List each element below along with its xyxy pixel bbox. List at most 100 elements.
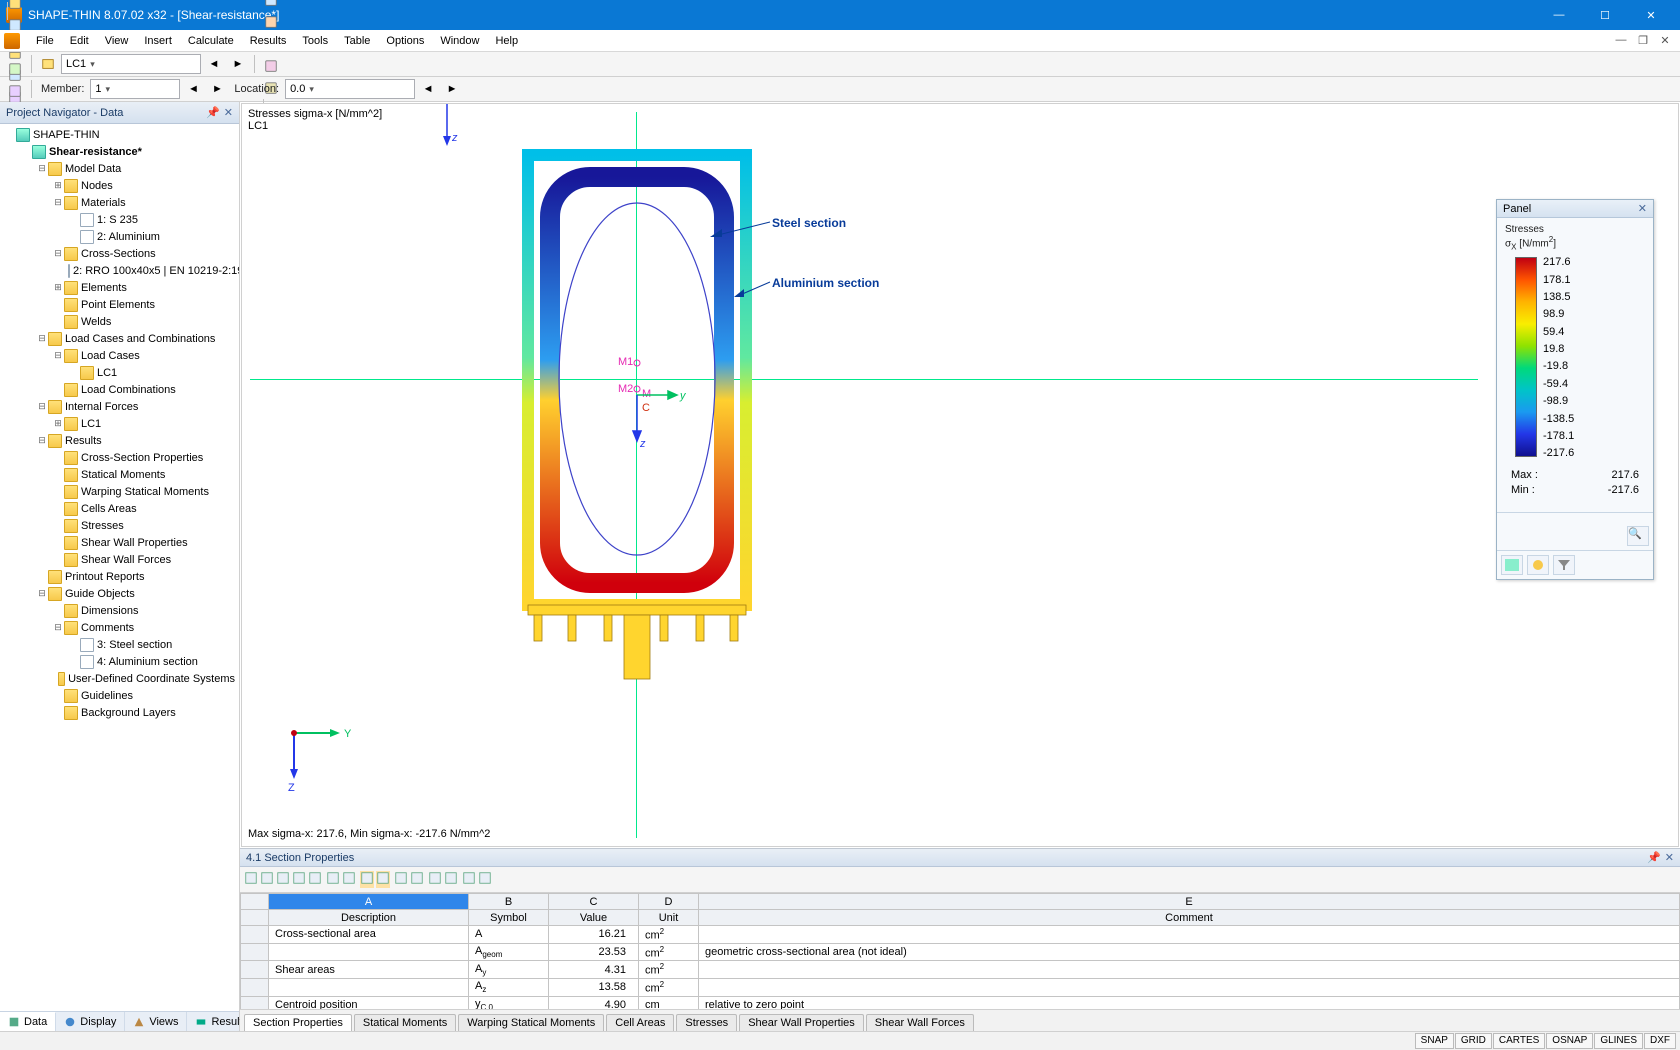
mdi-minimize-icon[interactable]: ― <box>1610 34 1632 47</box>
tree-node[interactable]: 4: Aluminium section <box>0 653 239 670</box>
status-cartes[interactable]: CARTES <box>1493 1033 1545 1049</box>
bp-tb-btn-5[interactable] <box>326 871 340 888</box>
tree-node[interactable]: ⊟Comments <box>0 619 239 636</box>
tree-node[interactable]: User-Defined Coordinate Systems <box>0 670 239 687</box>
menu-options[interactable]: Options <box>378 33 432 49</box>
tree-node[interactable]: Background Layers <box>0 704 239 721</box>
tree-node[interactable]: Shear Wall Properties <box>0 534 239 551</box>
legend-close-icon[interactable]: ✕ <box>1638 202 1647 215</box>
tree-node[interactable]: ⊟Results <box>0 432 239 449</box>
table-row[interactable]: Ageom23.53cm2geometric cross-sectional a… <box>241 943 1680 961</box>
menu-tools[interactable]: Tools <box>294 33 336 49</box>
col-letter[interactable]: B <box>469 894 549 910</box>
col-header[interactable]: Description <box>269 910 469 926</box>
status-osnap[interactable]: OSNAP <box>1546 1033 1593 1049</box>
tree-node[interactable]: ⊟Guide Objects <box>0 585 239 602</box>
status-dxf[interactable]: DXF <box>1644 1033 1676 1049</box>
bp-close-icon[interactable]: ✕ <box>1665 851 1674 864</box>
tree-node[interactable]: 3: Steel section <box>0 636 239 653</box>
nav-tab-display[interactable]: Display <box>56 1012 125 1031</box>
tree-node[interactable]: ⊟Model Data <box>0 160 239 177</box>
tree-node[interactable]: Welds <box>0 313 239 330</box>
status-snap[interactable]: SNAP <box>1415 1033 1454 1049</box>
minimize-button[interactable]: ― <box>1536 0 1582 30</box>
col-letter[interactable]: E <box>699 894 1680 910</box>
menu-results[interactable]: Results <box>242 33 295 49</box>
tree-node[interactable]: Shear Wall Forces <box>0 551 239 568</box>
model-viewport[interactable]: Stresses sigma-x [N/mm^2] LC1 z <box>241 103 1679 847</box>
tree-node[interactable]: Statical Moments <box>0 466 239 483</box>
tb1r-btn-10[interactable] <box>260 55 282 77</box>
navigator-pin-icon[interactable]: 📌 <box>206 106 220 119</box>
bp-tb-btn-9[interactable] <box>394 871 408 888</box>
bp-tb-btn-1[interactable] <box>260 871 274 888</box>
status-glines[interactable]: GLINES <box>1594 1033 1643 1049</box>
nav-tab-views[interactable]: Views <box>125 1012 187 1031</box>
tb2-btn-16[interactable] <box>4 58 26 80</box>
tree-node[interactable]: 2: RRO 100x40x5 | EN 10219-2:1997 <box>0 262 239 279</box>
tree-node[interactable]: ⊟Cross-Sections <box>0 245 239 262</box>
col-letter[interactable]: C <box>549 894 639 910</box>
result-tab[interactable]: Shear Wall Properties <box>739 1014 864 1031</box>
close-button[interactable]: ✕ <box>1628 0 1674 30</box>
table-row[interactable]: Az13.58cm2 <box>241 978 1680 996</box>
bp-tb-btn-10[interactable] <box>410 871 424 888</box>
tree-node[interactable]: SHAPE-THIN <box>0 126 239 143</box>
navigator-close-icon[interactable]: ✕ <box>224 106 233 119</box>
result-tab[interactable]: Warping Statical Moments <box>458 1014 604 1031</box>
tree-node[interactable]: ⊟Load Cases and Combinations <box>0 330 239 347</box>
prev-location-button[interactable]: ◄ <box>417 78 439 100</box>
mdi-restore-icon[interactable]: ❐ <box>1632 34 1654 47</box>
bp-tb-btn-14[interactable] <box>478 871 492 888</box>
next-location-button[interactable]: ► <box>441 78 463 100</box>
tb2-btn-13[interactable] <box>4 0 26 14</box>
navigator-tree[interactable]: SHAPE-THINShear-resistance*⊟Model Data⊞N… <box>0 124 239 1011</box>
tb2-btn-17[interactable] <box>4 80 26 102</box>
nav-tab-data[interactable]: Data <box>0 1012 56 1031</box>
menu-insert[interactable]: Insert <box>136 33 180 49</box>
maximize-button[interactable]: ☐ <box>1582 0 1628 30</box>
result-tab[interactable]: Statical Moments <box>354 1014 456 1031</box>
col-header[interactable]: Value <box>549 910 639 926</box>
result-tab[interactable]: Section Properties <box>244 1014 352 1031</box>
location-combo[interactable]: 0.0▾ <box>285 79 415 99</box>
loadcase-combo[interactable]: LC1 ▾ <box>61 54 201 74</box>
legend-zoom-button[interactable]: 🔍 <box>1627 526 1649 546</box>
tree-node[interactable]: Cells Areas <box>0 500 239 517</box>
tree-node[interactable]: ⊞LC1 <box>0 415 239 432</box>
menu-edit[interactable]: Edit <box>62 33 97 49</box>
tree-node[interactable]: ⊞Elements <box>0 279 239 296</box>
menu-file[interactable]: File <box>28 33 62 49</box>
tree-node[interactable]: ⊟Load Cases <box>0 347 239 364</box>
col-header[interactable]: Comment <box>699 910 1680 926</box>
bp-tb-btn-0[interactable] <box>244 871 258 888</box>
tree-node[interactable]: Point Elements <box>0 296 239 313</box>
tree-node[interactable]: Shear-resistance* <box>0 143 239 160</box>
tree-node[interactable]: 2: Aluminium <box>0 228 239 245</box>
tree-node[interactable]: Dimensions <box>0 602 239 619</box>
tree-node[interactable]: ⊞Nodes <box>0 177 239 194</box>
tree-node[interactable]: Guidelines <box>0 687 239 704</box>
tree-node[interactable]: 1: S 235 <box>0 211 239 228</box>
table-row[interactable]: Cross-sectional areaA16.21cm2 <box>241 926 1680 944</box>
bp-tb-btn-12[interactable] <box>444 871 458 888</box>
status-grid[interactable]: GRID <box>1455 1033 1492 1049</box>
tree-node[interactable]: LC1 <box>0 364 239 381</box>
bp-tb-btn-4[interactable] <box>308 871 322 888</box>
prev-loadcase-button[interactable]: ◄ <box>203 53 225 75</box>
menu-calculate[interactable]: Calculate <box>180 33 242 49</box>
legend-factor-button[interactable] <box>1527 555 1549 575</box>
next-loadcase-button[interactable]: ► <box>227 53 249 75</box>
tree-node[interactable]: Load Combinations <box>0 381 239 398</box>
prev-member-button[interactable]: ◄ <box>182 78 204 100</box>
menu-view[interactable]: View <box>97 33 137 49</box>
bp-pin-icon[interactable]: 📌 <box>1647 851 1661 864</box>
tb1r-btn-7[interactable] <box>260 0 282 11</box>
col-letter[interactable]: A <box>269 894 469 910</box>
next-member-button[interactable]: ► <box>206 78 228 100</box>
legend-filter-button[interactable] <box>1553 555 1575 575</box>
tree-node[interactable]: Warping Statical Moments <box>0 483 239 500</box>
table-row[interactable]: Centroid positionyC,04.90cmrelative to z… <box>241 996 1680 1009</box>
bp-tb-btn-8[interactable] <box>376 871 390 888</box>
tree-node[interactable]: Printout Reports <box>0 568 239 585</box>
